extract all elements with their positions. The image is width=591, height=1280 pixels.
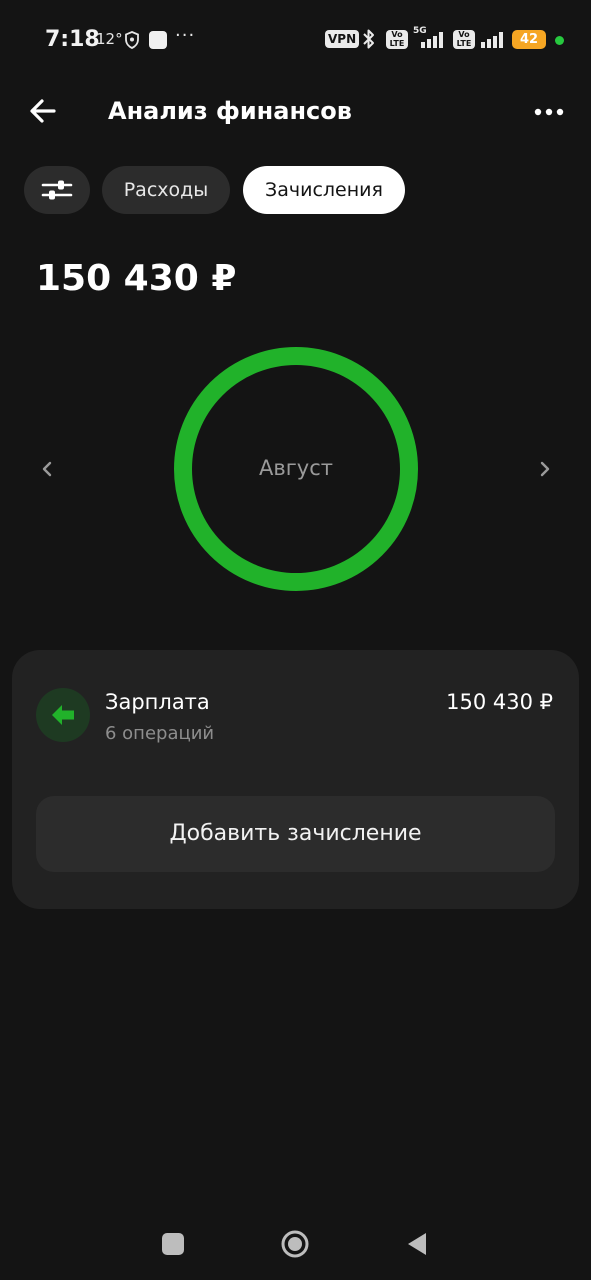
total-amount: 150 430 ₽ (36, 258, 237, 299)
categories-card: Зарплата 6 операций 150 430 ₽ Добавить з… (12, 650, 579, 909)
system-back-button[interactable] (404, 1230, 430, 1258)
volte-icon: Vo LTE (386, 30, 408, 49)
notification-app-icon (149, 31, 167, 49)
home-button[interactable] (280, 1229, 310, 1259)
sliders-icon (41, 180, 73, 200)
more-options-button[interactable] (530, 100, 568, 124)
signal-icon (421, 32, 443, 48)
privacy-indicator-dot (555, 36, 564, 45)
back-button[interactable] (26, 94, 60, 128)
category-icon (36, 688, 90, 742)
category-name: Зарплата (105, 690, 210, 714)
battery-indicator: 42 (512, 30, 546, 49)
page-title: Анализ финансов (108, 97, 352, 125)
status-time: 7:18 (45, 27, 100, 52)
tab-expenses[interactable]: Расходы (102, 166, 230, 214)
add-income-button[interactable]: Добавить зачисление (36, 796, 555, 872)
more-notifications-icon: ··· (175, 25, 196, 46)
shield-icon (125, 31, 139, 49)
vpn-badge: VPN (325, 30, 360, 48)
bluetooth-icon (363, 29, 374, 49)
category-operations: 6 операций (105, 723, 215, 744)
next-month-button[interactable] (534, 457, 556, 481)
status-bar: 7:18 12° ··· VPN Vo LTE 5G Vo LTE 42 (0, 0, 591, 80)
signal-icon-2 (481, 32, 503, 48)
month-label: Август (259, 456, 333, 480)
filter-button[interactable] (24, 166, 90, 214)
category-amount: 150 430 ₽ (446, 690, 553, 714)
status-temperature: 12° (96, 30, 123, 48)
volte-icon-2: Vo LTE (453, 30, 475, 49)
previous-month-button[interactable] (36, 457, 58, 481)
tab-income[interactable]: Зачисления (243, 166, 405, 214)
recent-apps-button[interactable] (162, 1233, 184, 1255)
arrow-left-icon (52, 705, 74, 725)
